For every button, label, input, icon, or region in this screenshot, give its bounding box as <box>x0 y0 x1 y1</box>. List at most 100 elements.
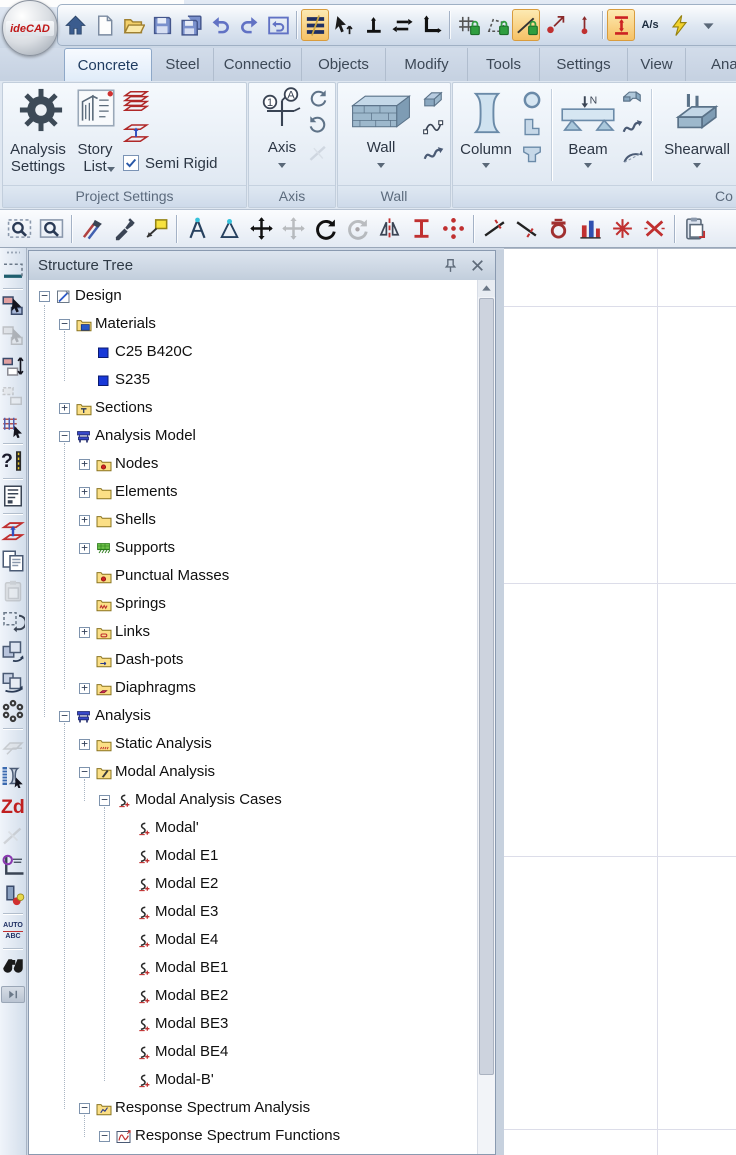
tree-node-response-spectrum-analysis[interactable]: − Response Spectrum Analysis <box>29 1095 478 1123</box>
redo-button[interactable] <box>235 9 263 41</box>
snap-grid-button[interactable] <box>454 9 482 41</box>
paste-options-button[interactable] <box>680 213 710 245</box>
corner-angle-button[interactable] <box>417 9 445 41</box>
expand-toggle[interactable]: + <box>79 487 90 498</box>
tree-node-nodes[interactable]: + Nodes <box>29 451 478 479</box>
tree-node-label[interactable]: Analysis <box>95 707 151 724</box>
polyline-beam-icon[interactable] <box>621 116 643 138</box>
snap-mid-button[interactable] <box>570 9 598 41</box>
tree-node-label[interactable]: Elements <box>115 483 178 500</box>
paste-button[interactable] <box>1 579 25 603</box>
app-logo[interactable]: ideCAD <box>2 0 58 56</box>
tree-node-links[interactable]: +Links <box>29 619 478 647</box>
tree-node-label[interactable]: Diaphragms <box>115 679 196 696</box>
zoom-window-button[interactable] <box>4 213 34 245</box>
tree-node-label[interactable]: Modal E2 <box>155 875 218 892</box>
tab-objects[interactable]: Objects <box>302 48 386 81</box>
tree-node-modal-analysis[interactable]: −Modal Analysis <box>29 759 478 787</box>
tree-node-modal-e4[interactable]: Modal E4 <box>29 927 478 955</box>
paste-rotate-button[interactable] <box>1 639 25 663</box>
expand-toggle[interactable]: + <box>79 627 90 638</box>
tree-node-modal-be1[interactable]: Modal BE1 <box>29 955 478 983</box>
perpendicular-button[interactable] <box>359 9 387 41</box>
break-remove-button[interactable] <box>639 213 669 245</box>
rotate-ccw-icon[interactable] <box>307 114 329 136</box>
tree-node-elements[interactable]: + Elements <box>29 479 478 507</box>
tab-view[interactable]: View <box>628 48 686 81</box>
snap-point-button[interactable] <box>541 9 569 41</box>
tree-node-s235[interactable]: S235 <box>29 367 478 395</box>
tree-node-shells[interactable]: +Shells <box>29 507 478 535</box>
expand-toggle[interactable]: + <box>79 739 90 750</box>
tree-node-punctual-masses[interactable]: Punctual Masses <box>29 563 478 591</box>
tree-node-diaphragms[interactable]: + Diaphragms <box>29 675 478 703</box>
story-mode-button[interactable] <box>607 9 635 41</box>
expand-toggle[interactable]: + <box>79 459 90 470</box>
snap-line-button[interactable] <box>512 9 540 41</box>
tree-node-design[interactable]: −Design <box>29 283 478 311</box>
collapse-toggle[interactable]: − <box>39 291 50 302</box>
zd-button[interactable]: Zd <box>1 794 25 818</box>
tree-node-analysis[interactable]: − Analysis <box>29 703 478 731</box>
collapse-toggle[interactable]: − <box>79 767 90 778</box>
tab-analys[interactable]: Analys <box>686 48 736 81</box>
collapse-toggle[interactable]: − <box>79 1103 90 1114</box>
rotate-button[interactable] <box>310 213 340 245</box>
tree-node-sections[interactable]: +Sections <box>29 395 478 423</box>
tree-node-springs[interactable]: Springs <box>29 591 478 619</box>
tree-node-label[interactable]: Static Analysis <box>115 735 212 752</box>
copy-button[interactable] <box>1 549 25 573</box>
stretch-button[interactable] <box>406 213 436 245</box>
move-button[interactable] <box>246 213 276 245</box>
move-copy-ghost-button[interactable] <box>278 213 308 245</box>
statistics-button[interactable] <box>575 213 605 245</box>
select-remove-button[interactable] <box>1 324 25 348</box>
collapse-toggle[interactable]: − <box>59 319 70 330</box>
drawing-canvas[interactable] <box>504 248 736 1155</box>
weld-button[interactable] <box>543 213 573 245</box>
slab-ghost-button[interactable] <box>1 734 25 758</box>
parallel-move-button[interactable] <box>388 9 416 41</box>
tree-node-c25-b420c[interactable]: C25 B420C <box>29 339 478 367</box>
tab-connectio[interactable]: Connectio <box>214 48 302 81</box>
auto-snap-button[interactable]: A/s <box>636 9 664 41</box>
tag-label-button[interactable] <box>141 213 171 245</box>
corner-beam-icon[interactable] <box>621 88 643 110</box>
tree-node-label[interactable]: Modal' <box>155 819 199 836</box>
save-button[interactable] <box>148 9 176 41</box>
collapse-toggle[interactable]: − <box>59 711 70 722</box>
undo-button[interactable] <box>206 9 234 41</box>
tree-node-label[interactable]: Response Spectrum Analysis <box>115 1099 310 1116</box>
tree-node-label[interactable]: Modal Analysis Cases <box>135 791 282 808</box>
line-mode-button[interactable] <box>301 9 329 41</box>
tab-tools[interactable]: Tools <box>468 48 540 81</box>
trim-button[interactable] <box>479 213 509 245</box>
tree-node-modal-be2[interactable]: Modal BE2 <box>29 983 478 1011</box>
pin-icon[interactable] <box>442 257 459 274</box>
tree-node-label[interactable]: Modal BE4 <box>155 1043 228 1060</box>
rotate-cw-icon[interactable] <box>307 88 329 110</box>
tree-node-label[interactable]: Nodes <box>115 455 158 472</box>
scrollbar-thumb[interactable] <box>479 298 494 1075</box>
expand-toggle[interactable]: + <box>79 683 90 694</box>
panel-splitter[interactable] <box>496 250 504 1155</box>
tree-node-label[interactable]: Response Spectrum Functions <box>135 1127 340 1144</box>
measure-angle-button[interactable] <box>214 213 244 245</box>
select-add-button[interactable] <box>1 294 25 318</box>
report-button[interactable] <box>1 484 25 508</box>
expand-toggle[interactable]: + <box>79 515 90 526</box>
select-table-button[interactable] <box>1 414 25 438</box>
tree-node-modal-e2[interactable]: Modal E2 <box>29 871 478 899</box>
collapse-toggle[interactable]: − <box>99 795 110 806</box>
tree-node-modal[interactable]: Modal' <box>29 815 478 843</box>
snap-polygon-button[interactable] <box>483 9 511 41</box>
select-filter-button[interactable] <box>1 354 25 378</box>
tab-steel[interactable]: Steel <box>152 48 214 81</box>
l-column-icon[interactable] <box>521 116 543 138</box>
tree-node-label[interactable]: Sections <box>95 399 153 416</box>
tree-node-modal-e1[interactable]: Modal E1 <box>29 843 478 871</box>
story-stack-icon[interactable] <box>123 88 149 114</box>
home-button[interactable] <box>61 9 89 41</box>
tree-node-supports[interactable]: +Supports <box>29 535 478 563</box>
undo-view-button[interactable] <box>264 9 292 41</box>
